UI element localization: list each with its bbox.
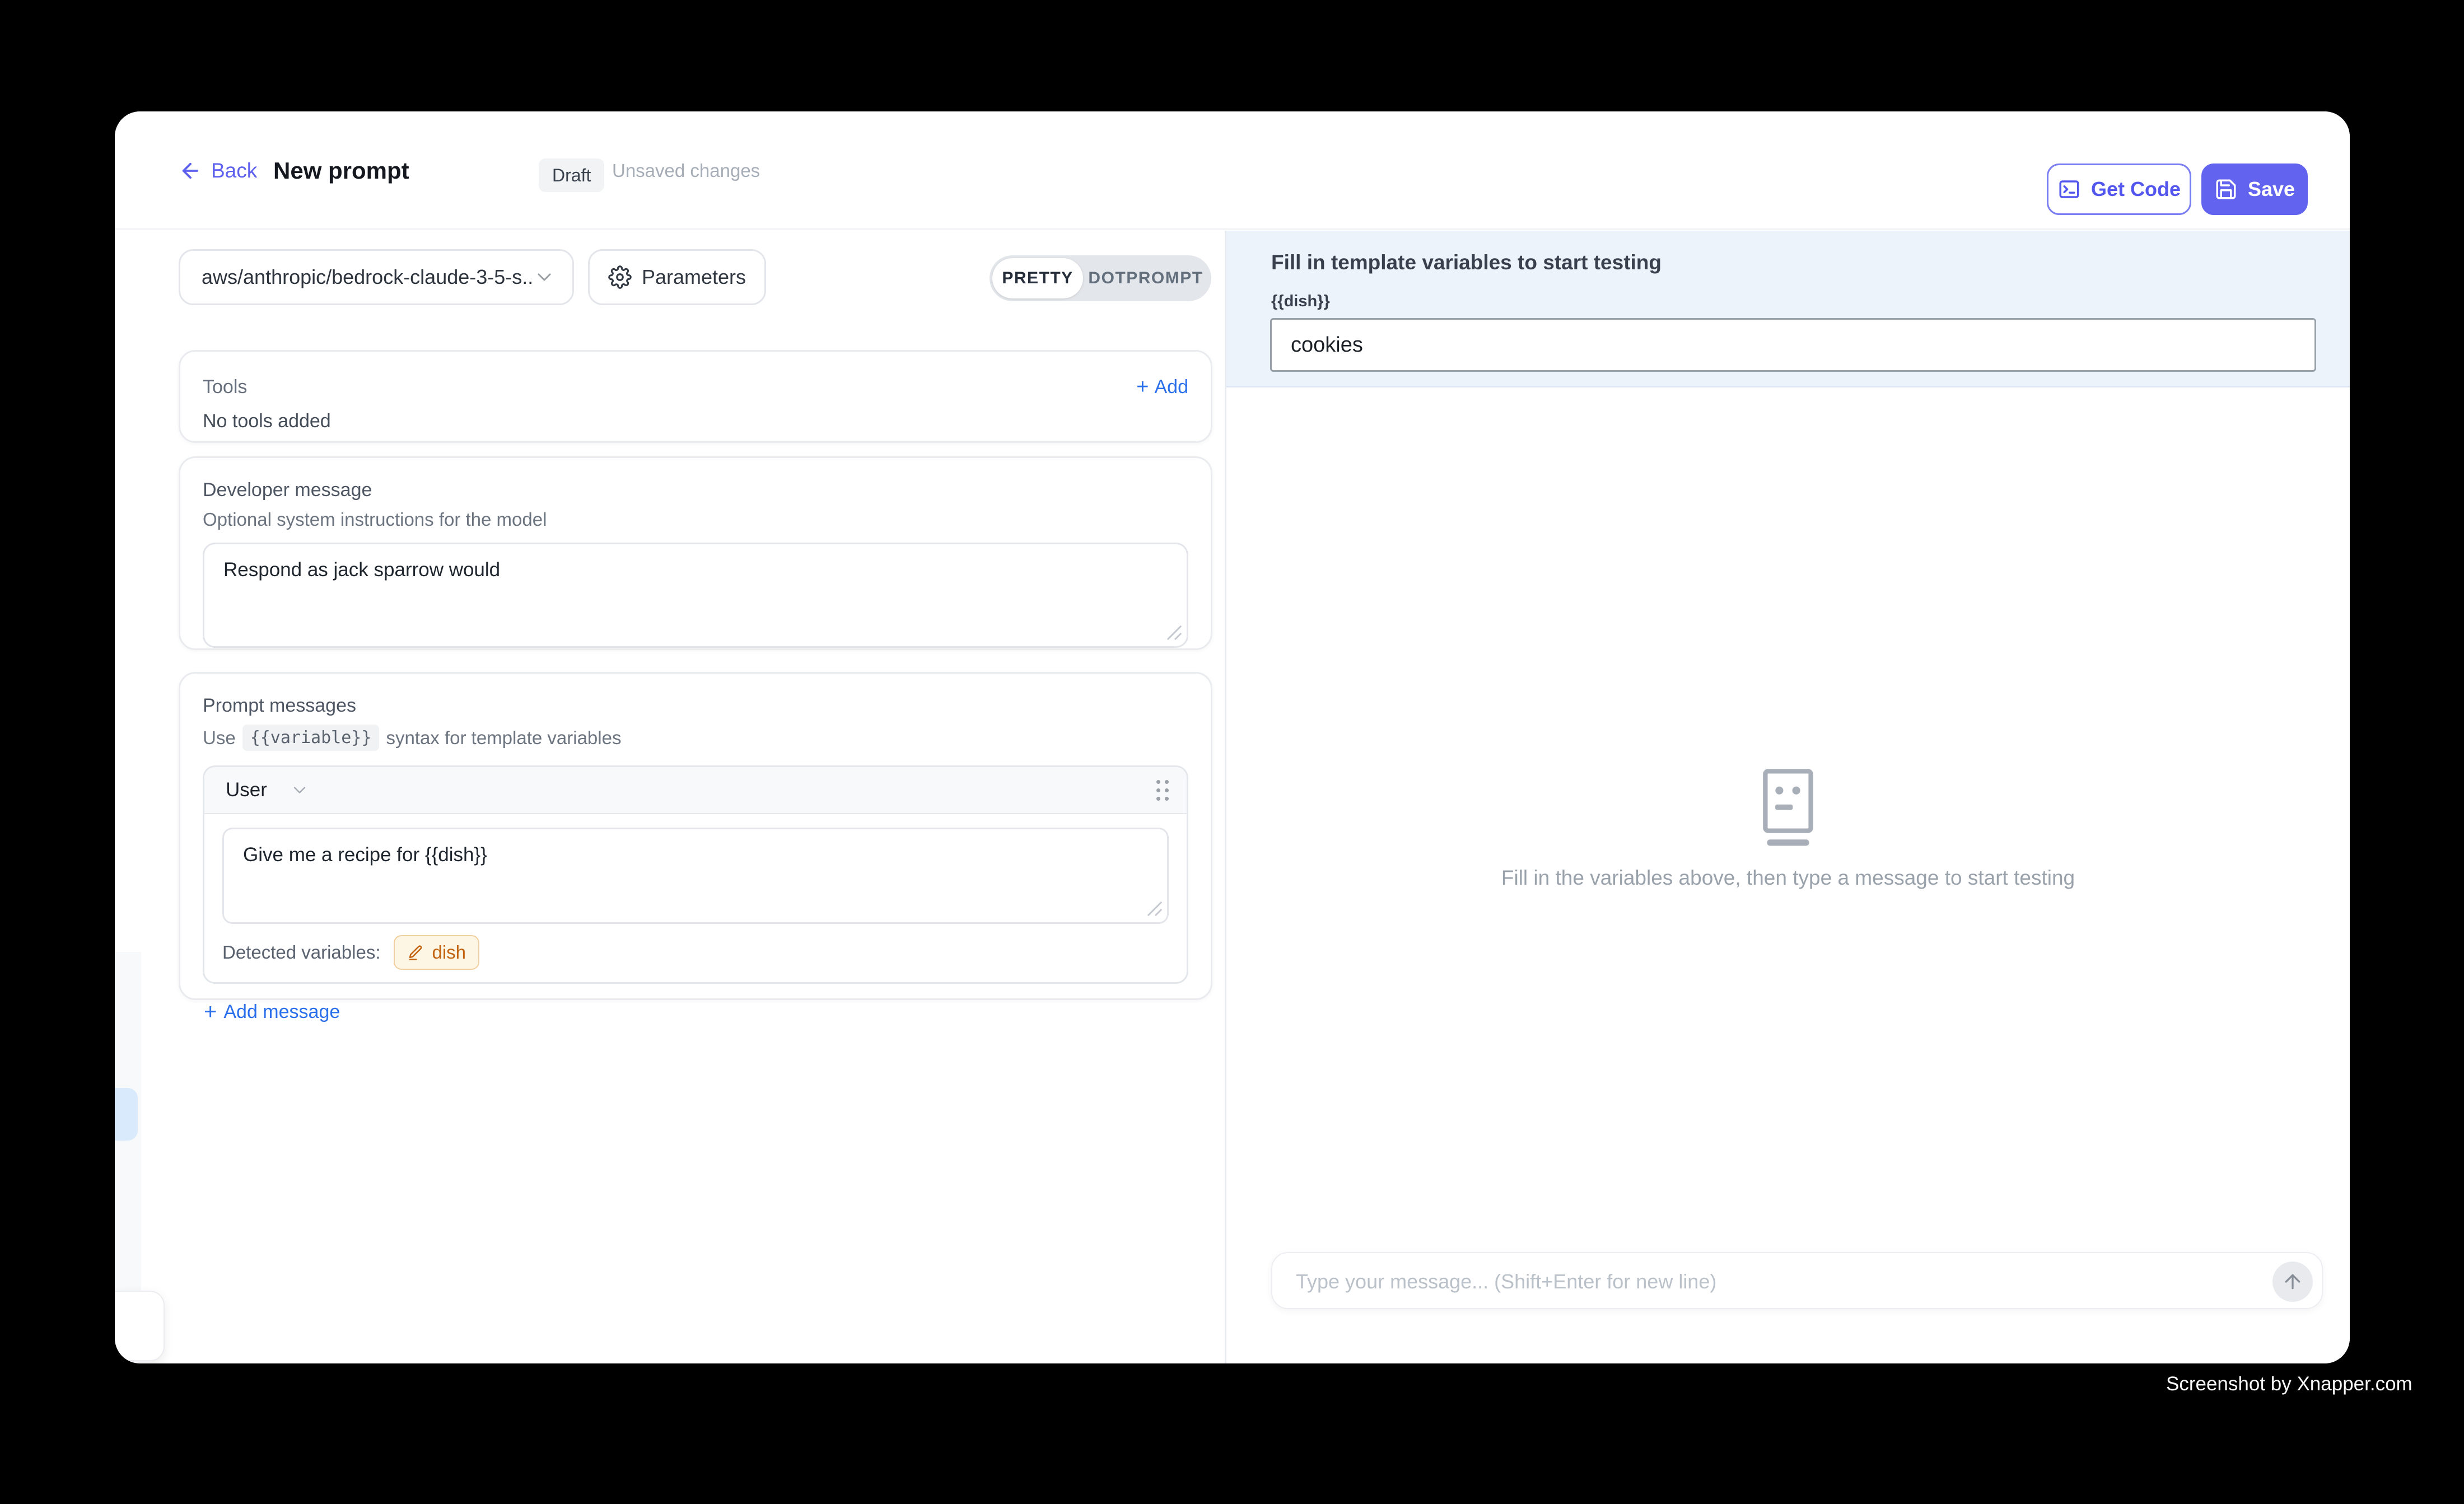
add-tool-label: Add xyxy=(1155,376,1189,398)
variable-name-label: {{dish}} xyxy=(1271,292,1330,311)
prompt-messages-card: Prompt messages Use {{variable}} syntax … xyxy=(179,672,1212,1000)
tester-panel: Fill in template variables to start test… xyxy=(1225,231,2350,1363)
variable-badge[interactable]: dish xyxy=(394,935,479,970)
hint-suffix: syntax for template variables xyxy=(386,727,621,749)
app-window: Back New prompt Draft Unsaved changes Ge… xyxy=(115,111,2350,1363)
empty-state: Fill in the variables above, then type a… xyxy=(1226,768,2350,890)
variables-title: Fill in template variables to start test… xyxy=(1271,251,1662,274)
plus-icon xyxy=(204,999,217,1025)
tools-title: Tools xyxy=(203,376,247,398)
draft-badge: Draft xyxy=(539,158,604,192)
save-icon xyxy=(2214,178,2238,201)
format-toggle: PRETTY DOTPROMPT xyxy=(990,255,1211,301)
chat-input-placeholder: Type your message... (Shift+Enter for ne… xyxy=(1296,1253,1716,1310)
model-selector[interactable]: aws/anthropic/bedrock-claude-3-5-s... xyxy=(179,249,574,305)
add-message-label: Add message xyxy=(223,1001,340,1023)
tools-empty-text: No tools added xyxy=(203,410,1188,432)
arrow-up-icon xyxy=(2281,1271,2304,1293)
variable-code-chip: {{variable}} xyxy=(242,725,380,751)
send-button[interactable] xyxy=(2272,1262,2313,1302)
message-body: Give me a recipe for {{dish}} Detected v… xyxy=(204,814,1187,982)
back-label: Back xyxy=(211,159,257,183)
gear-icon xyxy=(608,265,632,289)
back-button[interactable]: Back xyxy=(179,111,257,230)
detected-variables-label: Detected variables: xyxy=(222,942,380,963)
drag-handle[interactable] xyxy=(1156,780,1169,801)
chevron-down-icon xyxy=(290,780,310,800)
page-title: New prompt xyxy=(273,111,409,230)
model-selector-value: aws/anthropic/bedrock-claude-3-5-s... xyxy=(202,265,533,289)
role-label: User xyxy=(226,779,267,801)
variable-value-input[interactable] xyxy=(1270,318,2316,372)
developer-message-title: Developer message xyxy=(203,479,1188,501)
header-bar: Back New prompt Draft Unsaved changes Ge… xyxy=(115,111,2350,230)
developer-message-card: Developer message Optional system instru… xyxy=(179,456,1212,650)
terminal-icon xyxy=(2057,178,2081,201)
toggle-option-pretty[interactable]: PRETTY xyxy=(992,258,1083,298)
toggle-option-dotprompt[interactable]: DOTPROMPT xyxy=(1083,258,1208,298)
edit-icon xyxy=(407,944,424,961)
resize-grip-icon[interactable] xyxy=(1166,624,1183,641)
get-code-button[interactable]: Get Code xyxy=(2047,164,2191,215)
plus-icon xyxy=(1136,375,1149,399)
chat-input[interactable]: Type your message... (Shift+Enter for ne… xyxy=(1271,1252,2323,1309)
save-button[interactable]: Save xyxy=(2201,164,2308,215)
parameters-label: Parameters xyxy=(642,265,746,289)
get-code-label: Get Code xyxy=(2091,178,2181,201)
save-label: Save xyxy=(2248,178,2295,201)
add-tool-button[interactable]: Add xyxy=(1136,375,1188,399)
sidebar-active-item[interactable] xyxy=(115,1088,138,1141)
hint-prefix: Use xyxy=(203,727,236,749)
parameters-button[interactable]: Parameters xyxy=(588,249,766,305)
message-block: User Give me a recipe for {{dish}} Detec… xyxy=(203,765,1188,984)
watermark: Screenshot by Xnapper.com xyxy=(2166,1373,2412,1395)
arrow-left-icon xyxy=(179,159,202,183)
unsaved-changes-text: Unsaved changes xyxy=(612,111,760,230)
developer-message-subtitle: Optional system instructions for the mod… xyxy=(203,509,1188,530)
developer-message-textarea[interactable]: Respond as jack sparrow would xyxy=(203,543,1188,648)
variables-header: Fill in template variables to start test… xyxy=(1226,231,2350,387)
template-hint: Use {{variable}} syntax for template var… xyxy=(203,725,1188,751)
corner-popover xyxy=(115,1291,165,1361)
message-textarea[interactable]: Give me a recipe for {{dish}} xyxy=(222,828,1169,924)
add-message-button[interactable]: Add message xyxy=(204,999,1188,1025)
empty-state-text: Fill in the variables above, then type a… xyxy=(1226,866,2350,890)
tools-card: Tools Add No tools added xyxy=(179,350,1212,443)
variable-badge-label: dish xyxy=(432,942,466,963)
resize-grip-icon[interactable] xyxy=(1146,900,1163,917)
role-selector[interactable]: User xyxy=(226,779,310,801)
robot-face-icon xyxy=(1760,768,1816,848)
chevron-down-icon xyxy=(533,266,556,288)
message-header: User xyxy=(204,767,1187,814)
prompt-messages-title: Prompt messages xyxy=(203,695,1188,717)
